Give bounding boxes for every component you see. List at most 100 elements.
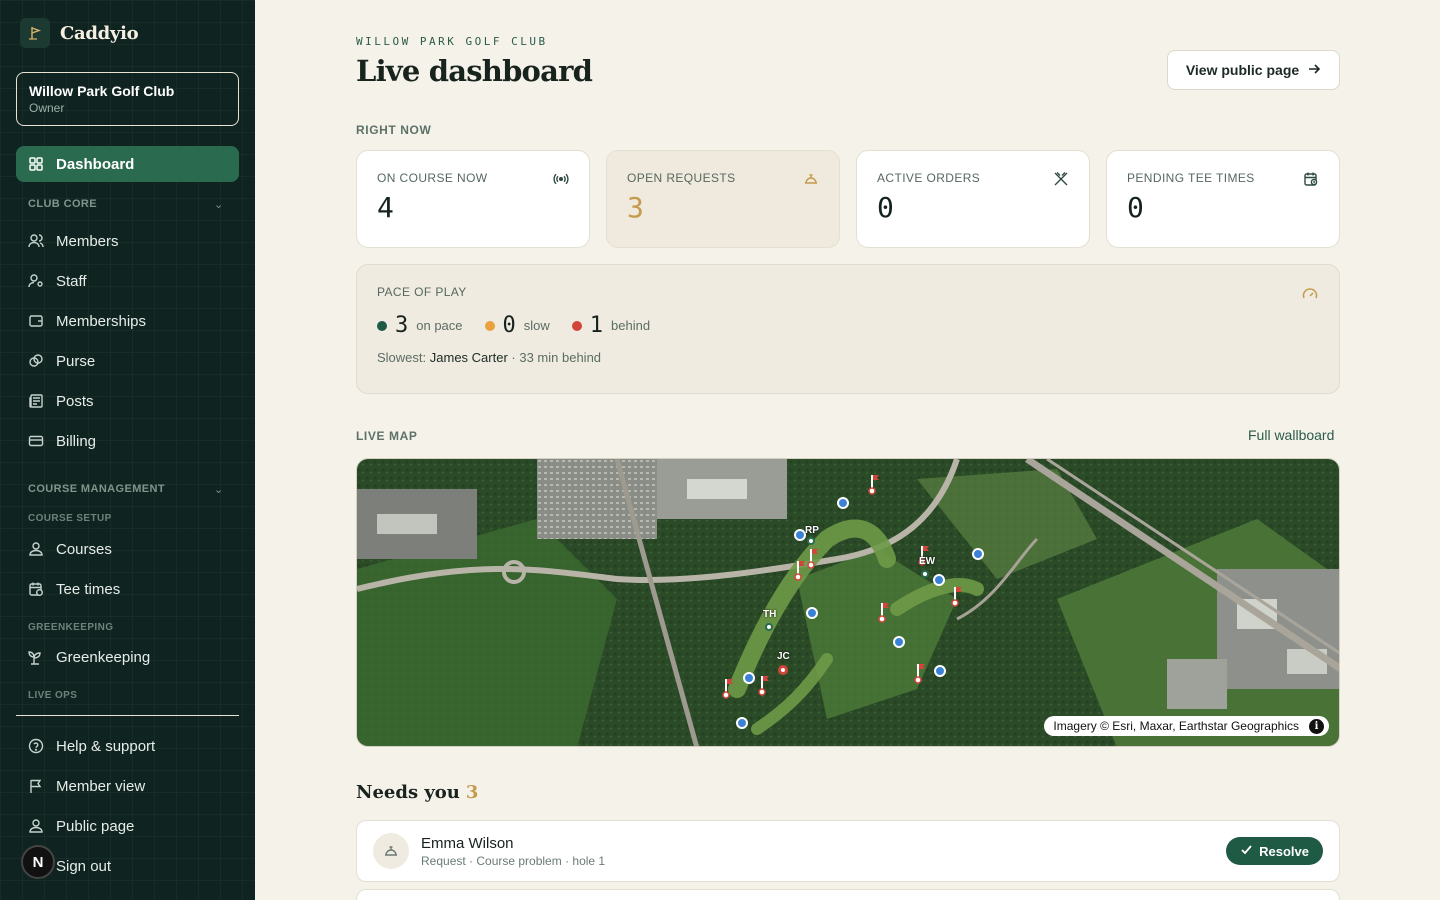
stat-label: PENDING TEE TIMES xyxy=(1127,171,1255,185)
stat-card-pending-tee-times[interactable]: PENDING TEE TIMES 0 xyxy=(1106,150,1340,248)
user-key-icon xyxy=(28,273,44,289)
sidebar-item-label: Courses xyxy=(56,540,112,558)
stat-value: 3 xyxy=(627,191,644,224)
sidebar-item-tee-times[interactable]: Tee times xyxy=(16,571,239,607)
sidebar-item-label: Purse xyxy=(56,352,96,370)
club-role: Owner xyxy=(29,101,65,115)
slowest-prefix: Slowest: xyxy=(377,350,427,365)
button-label: Resolve xyxy=(1259,843,1309,859)
bell-icon xyxy=(803,171,819,187)
tee-marker[interactable] xyxy=(736,717,748,729)
needs-you-title: Needs you xyxy=(356,782,460,803)
player-initials: TH xyxy=(763,609,777,620)
behind-dot xyxy=(571,320,582,331)
tee-marker[interactable] xyxy=(837,497,849,509)
stat-card-on-course[interactable]: ON COURSE NOW 4 xyxy=(356,150,590,248)
avatar[interactable]: N xyxy=(21,845,55,879)
broadcast-icon xyxy=(553,171,569,187)
sidebar-item-posts[interactable]: Posts xyxy=(16,383,239,419)
pace-on-pace: 3 on pace xyxy=(377,313,463,338)
hole-flag-marker[interactable] xyxy=(867,473,881,500)
view-public-page-button[interactable]: View public page xyxy=(1167,50,1340,90)
sidebar-item-purse[interactable]: Purse xyxy=(16,343,239,379)
tee-marker[interactable] xyxy=(743,672,755,684)
pace-value: 1 xyxy=(589,313,604,338)
stat-card-active-orders[interactable]: ACTIVE ORDERS 0 xyxy=(856,150,1090,248)
sidebar-item-memberships[interactable]: Memberships xyxy=(16,303,239,339)
section-club-core[interactable]: CLUB CORE xyxy=(28,198,97,210)
player-marker-rp[interactable]: RP xyxy=(805,525,819,545)
section-course-management[interactable]: COURSE MANAGEMENT xyxy=(28,483,165,495)
player-marker-jc[interactable]: JC xyxy=(777,651,790,675)
arrow-right-icon xyxy=(1307,62,1321,79)
request-item[interactable] xyxy=(356,889,1340,900)
sidebar-item-help-support[interactable]: Help & support xyxy=(16,728,239,764)
on-pace-dot xyxy=(377,320,387,331)
stat-label: OPEN REQUESTS xyxy=(627,171,736,185)
pace-word: slow xyxy=(523,318,550,333)
needs-you-count: 3 xyxy=(465,782,479,803)
player-dot xyxy=(807,537,815,545)
tee-marker[interactable] xyxy=(806,607,818,619)
sidebar-item-billing[interactable]: Billing xyxy=(16,423,239,459)
flag-icon xyxy=(28,778,44,794)
hole-flag-marker[interactable] xyxy=(877,601,891,628)
sidebar-item-label: Greenkeeping xyxy=(56,648,151,666)
tee-marker[interactable] xyxy=(972,548,984,560)
hole-flag-marker[interactable] xyxy=(721,677,735,704)
brand[interactable]: Caddyio xyxy=(20,18,139,48)
slowest-name[interactable]: James Carter xyxy=(430,350,508,365)
attribution-text: Imagery © Esri, Maxar, Earthstar Geograp… xyxy=(1053,719,1299,733)
hole-flag-marker[interactable] xyxy=(913,662,927,689)
sidebar-item-members[interactable]: Members xyxy=(16,223,239,259)
request-item[interactable]: Emma Wilson Request · Course problem · h… xyxy=(356,820,1340,882)
club-switcher[interactable]: Willow Park Golf Club Owner xyxy=(16,72,239,126)
resolve-button[interactable]: Resolve xyxy=(1226,837,1323,865)
full-wallboard-link[interactable]: Full wallboard xyxy=(1248,427,1334,443)
calendar-clock-icon xyxy=(28,581,44,597)
pace-value: 0 xyxy=(502,313,516,338)
chevron-down-icon[interactable]: ⌄ xyxy=(214,198,223,211)
hole-flag-marker[interactable] xyxy=(950,585,964,612)
page-title: Live dashboard xyxy=(356,54,593,88)
right-now-label: RIGHT NOW xyxy=(356,123,432,137)
sidebar-item-label: Posts xyxy=(56,392,94,410)
live-map[interactable]: RP EW TH JC Imagery © Esri, Maxar, Earth… xyxy=(356,458,1340,747)
player-initials: EW xyxy=(919,556,936,567)
sidebar-item-courses[interactable]: Courses xyxy=(16,531,239,567)
tee-marker[interactable] xyxy=(893,636,905,648)
sidebar-item-dashboard[interactable]: Dashboard xyxy=(16,146,239,182)
player-dot xyxy=(765,623,773,631)
slow-dot xyxy=(484,320,495,331)
club-name: Willow Park Golf Club xyxy=(29,83,175,99)
hole-flag-marker[interactable] xyxy=(757,674,771,701)
sidebar-item-member-view[interactable]: Member view xyxy=(16,768,239,804)
player-dot xyxy=(921,570,929,578)
slowest-player: Slowest: James Carter · 33 min behind xyxy=(377,350,1319,365)
tee-marker[interactable] xyxy=(934,665,946,677)
subsection-greenkeeping: GREENKEEPING xyxy=(28,622,114,633)
request-meta: Request · Course problem · hole 1 xyxy=(421,854,606,868)
sidebar-item-label: Help & support xyxy=(56,737,156,755)
info-icon[interactable]: i xyxy=(1309,719,1324,734)
map-attribution: Imagery © Esri, Maxar, Earthstar Geograp… xyxy=(1044,716,1329,736)
hole-flag-marker[interactable] xyxy=(793,559,807,586)
slowest-suffix: · 33 min behind xyxy=(511,350,602,365)
chevron-down-icon[interactable]: ⌄ xyxy=(214,483,223,496)
coins-icon xyxy=(28,353,44,369)
player-marker-ew[interactable]: EW xyxy=(919,556,935,578)
pace-value: 3 xyxy=(395,313,409,338)
sidebar-item-staff[interactable]: Staff xyxy=(16,263,239,299)
grid-icon xyxy=(28,156,44,172)
user-icon xyxy=(28,541,44,557)
sidebar-item-greenkeeping[interactable]: Greenkeeping xyxy=(16,639,239,675)
stat-label: ACTIVE ORDERS xyxy=(877,171,981,185)
stat-card-open-requests[interactable]: OPEN REQUESTS 3 xyxy=(606,150,840,248)
utensils-icon xyxy=(1053,171,1069,187)
sidebar-item-label: Member view xyxy=(56,777,146,795)
sidebar-item-public-page[interactable]: Public page xyxy=(16,808,239,844)
hole-flag-marker[interactable] xyxy=(806,547,820,574)
pace-label: PACE OF PLAY xyxy=(377,285,467,299)
player-marker-th[interactable]: TH xyxy=(763,609,776,631)
stat-label: ON COURSE NOW xyxy=(377,171,488,185)
